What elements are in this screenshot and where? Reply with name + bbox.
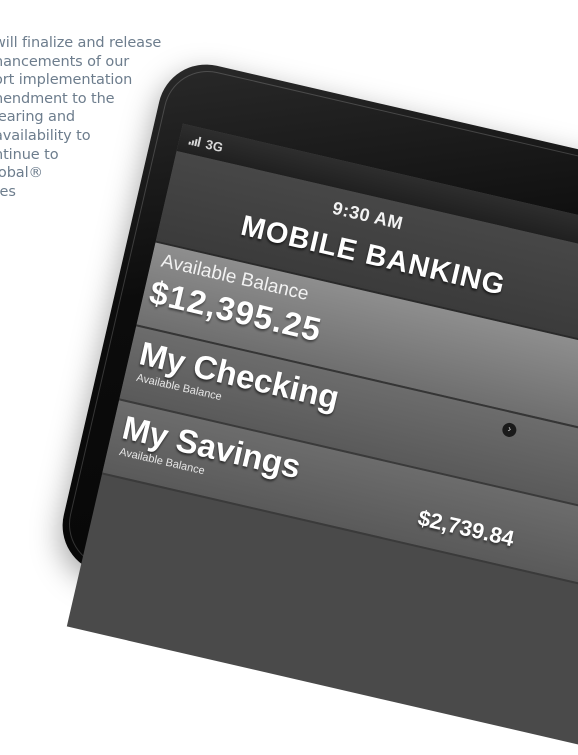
chevron-right-icon[interactable]: ›: [500, 421, 518, 439]
network-label: 3G: [204, 136, 225, 155]
signal-bars-icon: [188, 135, 202, 147]
phone-screen: 3G 9:30 AM MOBILE BANKING Available Bala…: [66, 123, 578, 755]
paragraph-line: will finalize and release: [0, 35, 162, 51]
account-amount: $2,739.84: [415, 505, 517, 552]
clock: 9:30 AM: [330, 197, 406, 234]
